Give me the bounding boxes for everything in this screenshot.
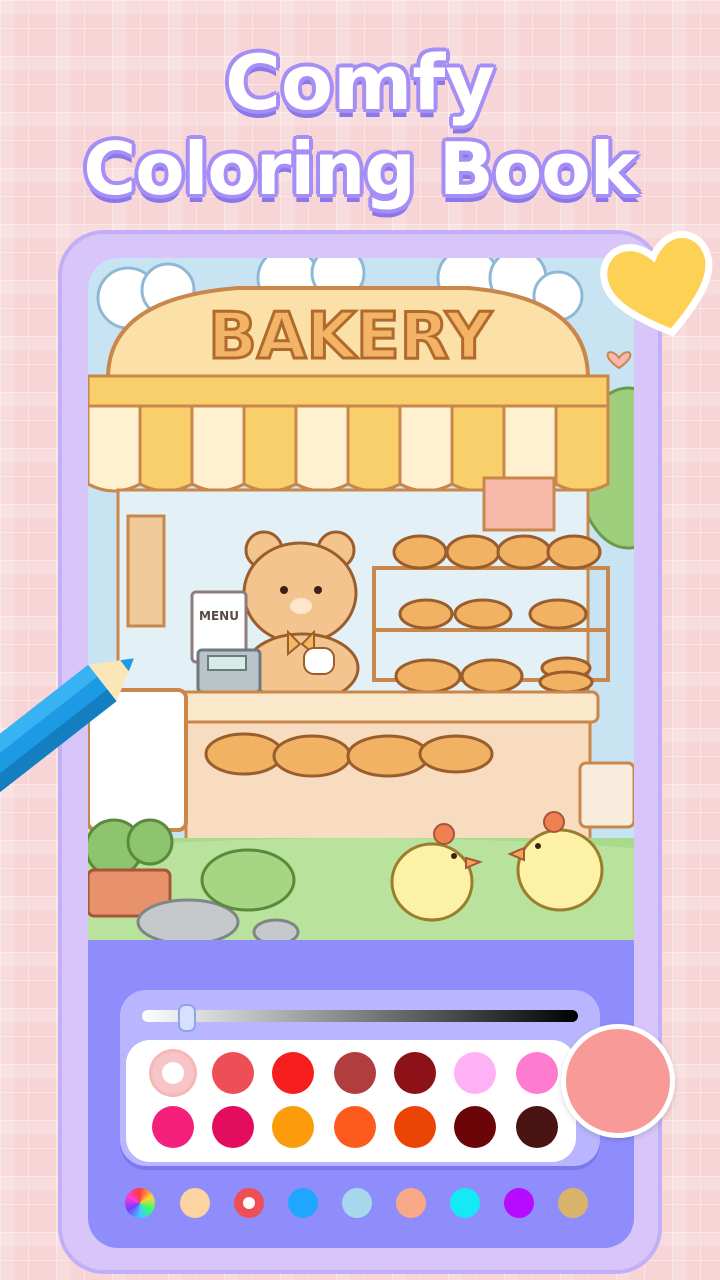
color-group-dot[interactable] (234, 1188, 264, 1218)
bread-loaves (392, 534, 602, 694)
app-title-line1: Comfy (225, 38, 495, 127)
color-group-dot[interactable] (450, 1188, 480, 1218)
color-swatch[interactable] (454, 1106, 496, 1148)
color-swatch[interactable] (394, 1052, 436, 1094)
color-group-dot[interactable] (504, 1188, 534, 1218)
color-swatch[interactable] (212, 1052, 254, 1094)
app-title-line2: Coloring Book (83, 127, 637, 211)
color-swatch[interactable] (212, 1106, 254, 1148)
app-title: Comfy Coloring Book (0, 40, 720, 212)
color-swatch[interactable] (454, 1052, 496, 1094)
color-swatch[interactable] (152, 1106, 194, 1148)
color-group-dot[interactable] (180, 1188, 210, 1218)
color-swatch[interactable] (516, 1106, 558, 1148)
brightness-slider-knob[interactable] (178, 1004, 196, 1032)
brightness-slider[interactable] (142, 1010, 578, 1022)
bakery-sign-text: BAKERY (208, 300, 492, 374)
color-swatch[interactable] (272, 1052, 314, 1094)
color-group-dot[interactable] (396, 1188, 426, 1218)
heart-icon (600, 231, 713, 337)
color-swatch[interactable] (334, 1106, 376, 1148)
color-palette (126, 1040, 576, 1162)
color-group-dot[interactable] (342, 1188, 372, 1218)
color-group-dot[interactable] (558, 1188, 588, 1218)
color-swatch[interactable] (334, 1052, 376, 1094)
coloring-canvas[interactable]: BAKERY MENU (88, 258, 634, 940)
menu-board-text: MENU (199, 609, 239, 623)
color-swatch[interactable] (516, 1052, 558, 1094)
color-group-rainbow[interactable] (125, 1188, 155, 1218)
color-swatch[interactable] (394, 1106, 436, 1148)
color-swatch[interactable] (272, 1106, 314, 1148)
color-group-dot[interactable] (288, 1188, 318, 1218)
current-color-preview[interactable] (561, 1024, 675, 1138)
pencil-icon (0, 658, 134, 794)
color-swatch[interactable] (152, 1052, 194, 1094)
